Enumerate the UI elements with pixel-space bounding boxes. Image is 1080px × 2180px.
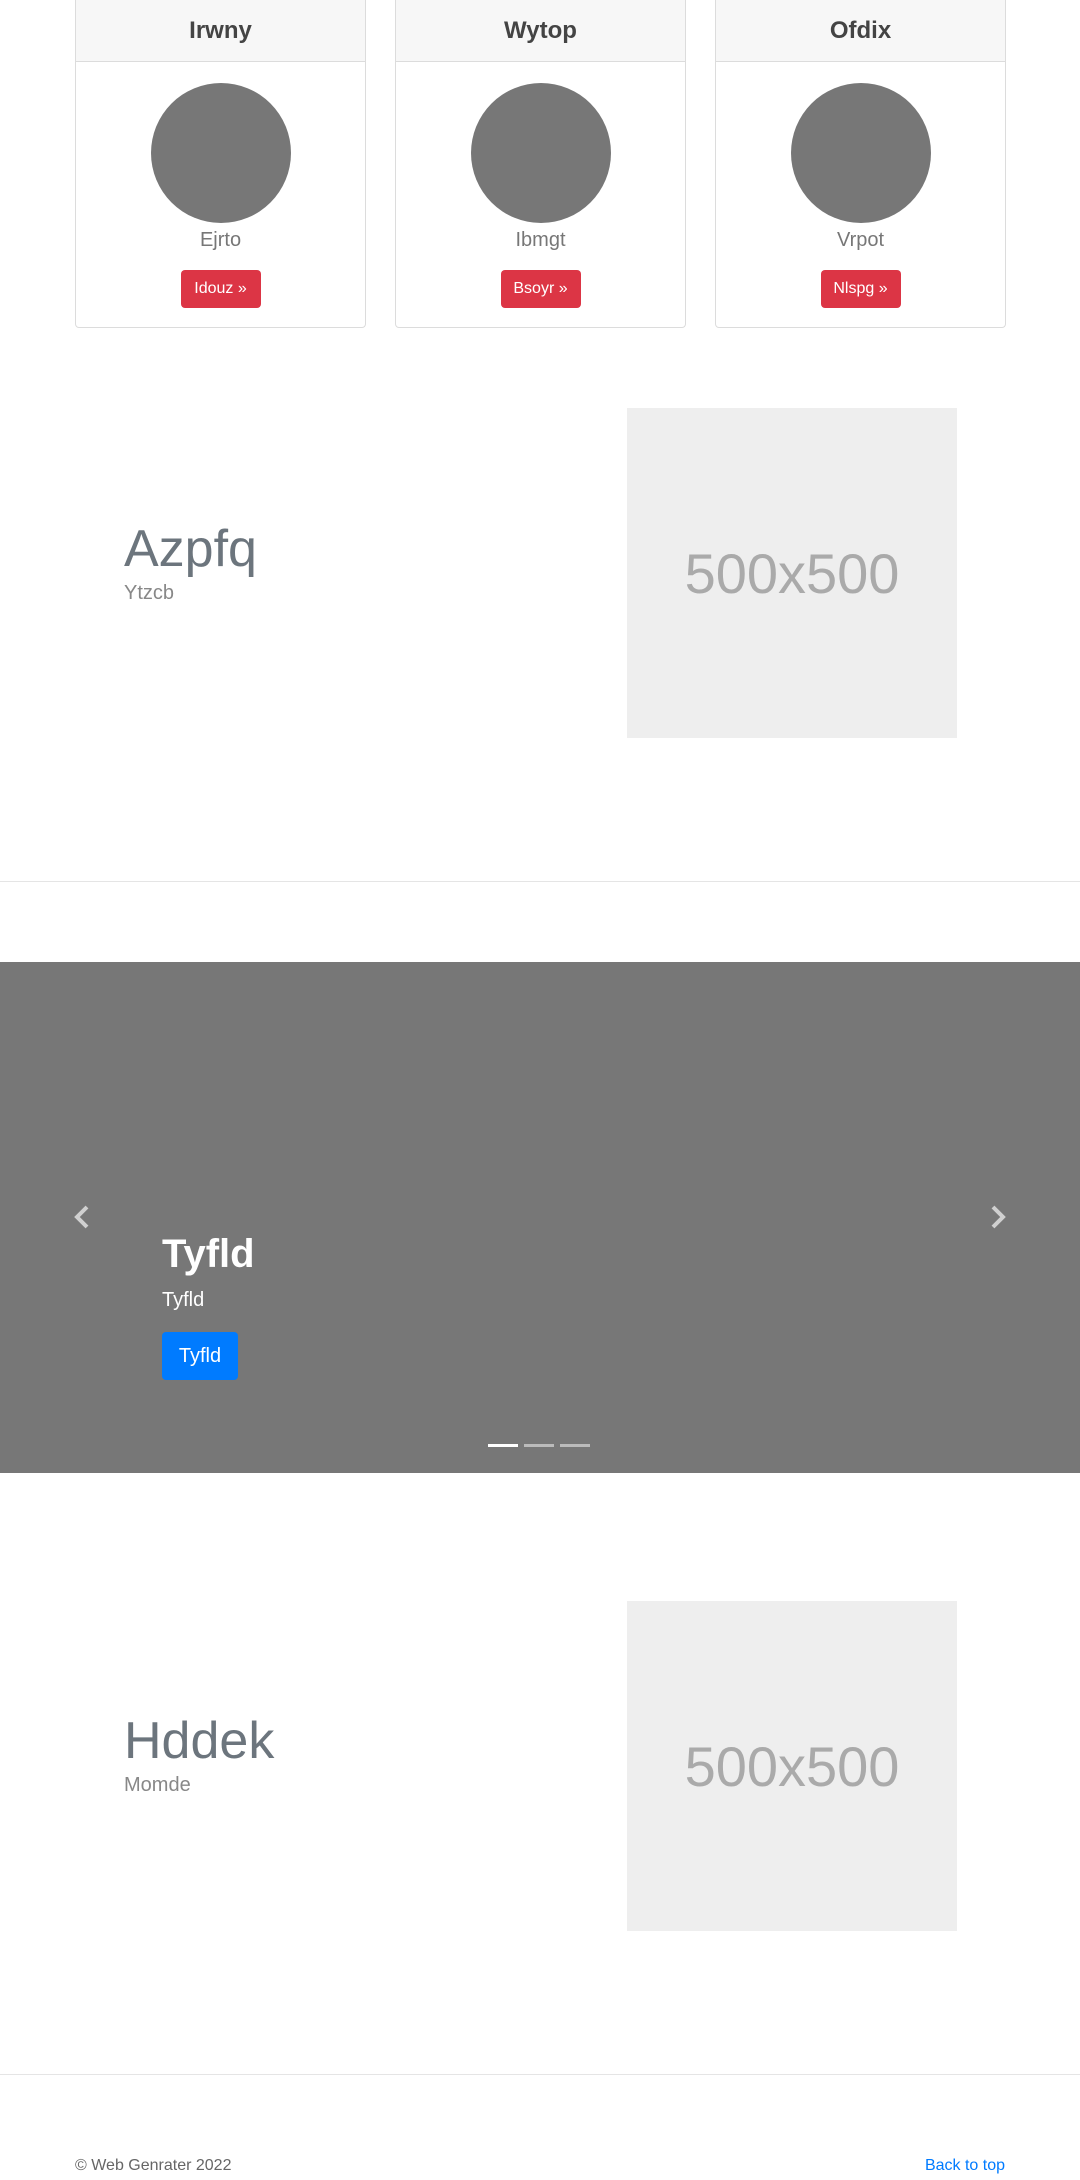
card-name: Ejrto [199, 229, 242, 251]
divider [0, 881, 1080, 882]
avatar [790, 83, 931, 223]
card-title: Wytop [396, 0, 685, 62]
carousel: Tyfld Tyfld Tyfld [0, 962, 1080, 1473]
card-title: Ofdix [716, 0, 1005, 62]
carousel-caption: Tyfld Tyfld Tyfld [162, 1232, 255, 1380]
avatar [470, 83, 611, 223]
card-1-button[interactable]: Idouz » [180, 270, 261, 308]
placeholder-image: 500x500 [627, 1601, 957, 1931]
card-1: Irwny Ejrto Idouz » [75, 0, 366, 328]
feature-heading: Hddek [124, 1712, 275, 1770]
feature-subheading: Ytzcb [124, 582, 175, 605]
carousel-next-button[interactable] [978, 1192, 1018, 1242]
feature-text: Azpfq Ytzcb [124, 518, 257, 605]
feature-section-1: Azpfq Ytzcb 500x500 [0, 330, 1080, 880]
back-to-top-link[interactable]: Back to top [925, 2157, 1005, 2175]
cards-row: Irwny Ejrto Idouz » Wytop Ibmgt Bsoyr » … [0, 0, 1080, 330]
card-2: Wytop Ibmgt Bsoyr » [395, 0, 686, 328]
card-3-button[interactable]: Nlspg » [820, 270, 901, 308]
chevron-right-icon [991, 1205, 1006, 1229]
feature-subheading: Momde [124, 1774, 191, 1797]
card-name: Vrpot [836, 229, 885, 251]
carousel-indicators [488, 1444, 590, 1447]
carousel-indicator-1[interactable] [488, 1444, 518, 1447]
carousel-caption-text: Tyfld [162, 1289, 205, 1311]
card-title: Irwny [76, 0, 365, 62]
placeholder-image: 500x500 [627, 408, 957, 738]
feature-text: Hddek Momde [124, 1710, 274, 1797]
carousel-indicator-3[interactable] [560, 1444, 590, 1447]
carousel-indicator-2[interactable] [524, 1444, 554, 1447]
feature-section-2: Hddek Momde 500x500 [0, 1473, 1080, 2073]
carousel-caption-button[interactable]: Tyfld [162, 1332, 238, 1380]
card-name: Ibmgt [515, 229, 566, 251]
divider [0, 2074, 1080, 2075]
card-2-button[interactable]: Bsoyr » [500, 270, 581, 308]
chevron-left-icon [74, 1205, 89, 1229]
feature-heading: Azpfq [124, 520, 257, 578]
carousel-prev-button[interactable] [62, 1192, 102, 1242]
card-3: Ofdix Vrpot Nlspg » [715, 0, 1006, 328]
avatar [150, 83, 291, 223]
footer-copyright: © Web Genrater 2022 [75, 2157, 232, 2174]
carousel-caption-title: Tyfld [162, 1232, 255, 1276]
